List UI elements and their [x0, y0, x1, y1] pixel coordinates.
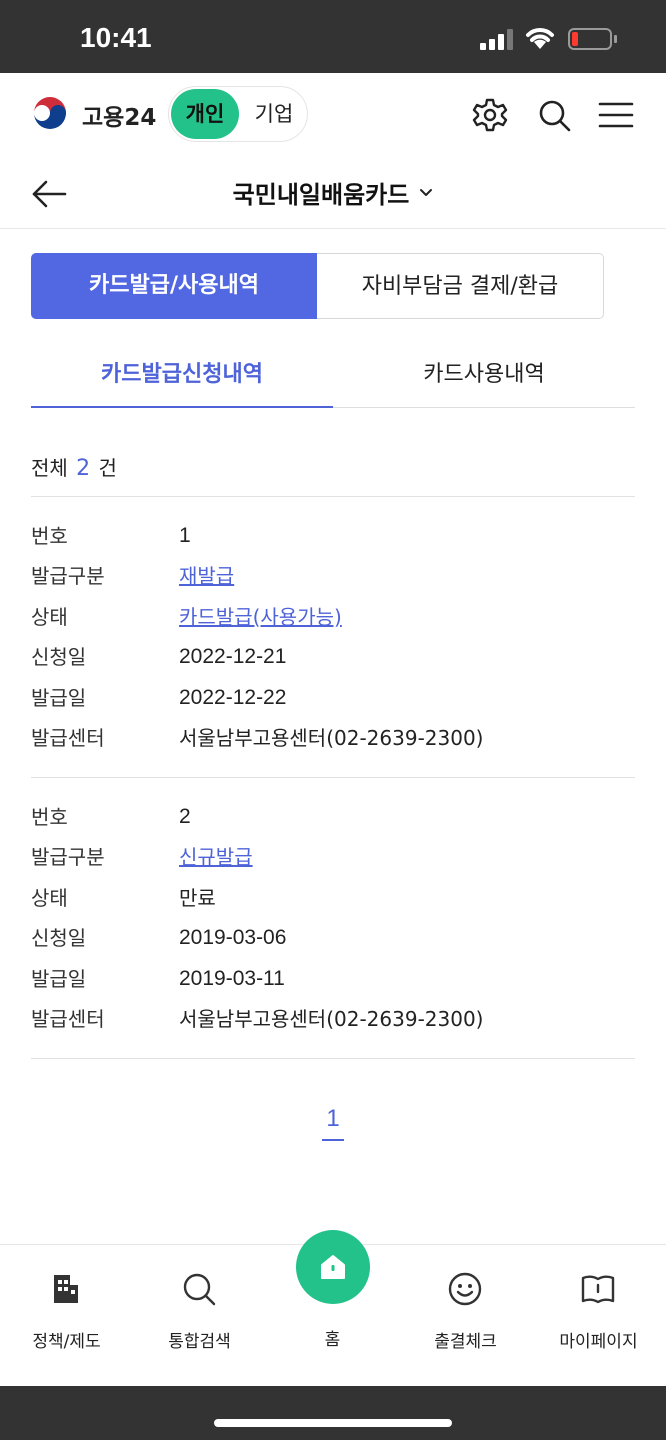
status-link[interactable]: 카드발급(사용가능) [179, 602, 342, 632]
label-issue-type: 발급구분 [31, 564, 105, 588]
status-bar: 10:41 [0, 0, 666, 73]
nav-search[interactable]: 통합검색 [133, 1245, 266, 1387]
issue-type-link[interactable]: 재발급 [179, 561, 234, 591]
divider [31, 777, 635, 778]
nav-policy[interactable]: 정책/제도 [0, 1245, 133, 1387]
value-apply-date: 2022-12-21 [179, 645, 287, 668]
page-title: 국민내일배움카드 [232, 181, 410, 209]
label-status: 상태 [31, 886, 68, 910]
nav-attendance[interactable]: 출결체크 [399, 1245, 532, 1387]
nav-label: 통합검색 [168, 1332, 231, 1352]
tab-card-issue-usage[interactable]: 카드발급/사용내역 [31, 253, 317, 319]
menu-icon[interactable] [598, 97, 634, 133]
total-count-value: 2 [76, 456, 91, 481]
toggle-personal[interactable]: 개인 [171, 89, 239, 139]
pagination-page-1[interactable]: 1 [322, 1105, 344, 1141]
value-center: 서울남부고용센터(02-2639-2300) [179, 1007, 484, 1031]
smiley-icon [448, 1272, 482, 1306]
label-apply-date: 신청일 [31, 926, 87, 950]
label-number: 번호 [31, 524, 68, 548]
home-button[interactable] [296, 1230, 370, 1304]
value-apply-date: 2019-03-06 [179, 926, 287, 949]
toggle-corporate[interactable]: 기업 [243, 89, 305, 139]
wifi-icon [526, 28, 554, 49]
status-time: 10:41 [80, 22, 152, 53]
tab-self-payment-refund[interactable]: 자비부담금 결제/환급 [317, 253, 604, 319]
value-number: 2 [179, 805, 191, 828]
divider [31, 496, 635, 497]
label-number: 번호 [31, 805, 68, 829]
book-icon [581, 1275, 615, 1304]
home-indicator[interactable] [214, 1419, 452, 1427]
value-status: 만료 [179, 886, 216, 910]
tab-card-usage-history[interactable]: 카드사용내역 [333, 345, 635, 408]
nav-mypage[interactable]: 마이페이지 [532, 1245, 665, 1387]
value-number: 1 [179, 524, 191, 547]
label-center: 발급센터 [31, 726, 105, 750]
label-issue-date: 발급일 [31, 686, 87, 710]
page-title-bar: 국민내일배움카드 [0, 157, 666, 229]
cellular-signal-icon [480, 28, 514, 50]
nav-label: 마이페이지 [559, 1332, 638, 1352]
divider [31, 1058, 635, 1059]
total-count: 전체 2 건 [31, 456, 117, 481]
nav-label: 정책/제도 [32, 1332, 101, 1352]
building-icon [54, 1275, 78, 1303]
tab-card-application-history[interactable]: 카드발급신청내역 [31, 345, 333, 408]
label-status: 상태 [31, 605, 68, 629]
search-icon [183, 1273, 216, 1306]
gear-icon[interactable] [472, 97, 508, 133]
value-center: 서울남부고용센터(02-2639-2300) [179, 726, 484, 750]
main-segment-tabs: 카드발급/사용내역 자비부담금 결제/환급 [31, 253, 604, 319]
label-issue-type: 발급구분 [31, 845, 105, 869]
home-icon [321, 1255, 345, 1279]
nav-label: 출결체크 [434, 1332, 497, 1352]
issue-type-link[interactable]: 신규발급 [179, 842, 253, 872]
value-issue-date: 2022-12-22 [179, 686, 287, 709]
user-type-toggle: 개인 기업 [168, 86, 308, 142]
value-issue-date: 2019-03-11 [179, 967, 285, 990]
label-apply-date: 신청일 [31, 645, 87, 669]
label-issue-date: 발급일 [31, 967, 87, 991]
brand-name[interactable]: 고용24 [82, 98, 156, 132]
korea-government-logo-icon[interactable] [32, 95, 68, 131]
chevron-down-icon [420, 189, 433, 196]
search-icon[interactable] [536, 97, 572, 133]
page-title-dropdown[interactable]: 국민내일배움카드 [0, 175, 666, 210]
app-header: 고용24 개인 기업 [0, 73, 666, 157]
label-center: 발급센터 [31, 1007, 105, 1031]
system-bottom-bar [0, 1386, 666, 1440]
sub-tabs: 카드발급신청내역 카드사용내역 [31, 345, 635, 408]
battery-icon [568, 28, 612, 50]
nav-label: 홈 [324, 1330, 341, 1350]
